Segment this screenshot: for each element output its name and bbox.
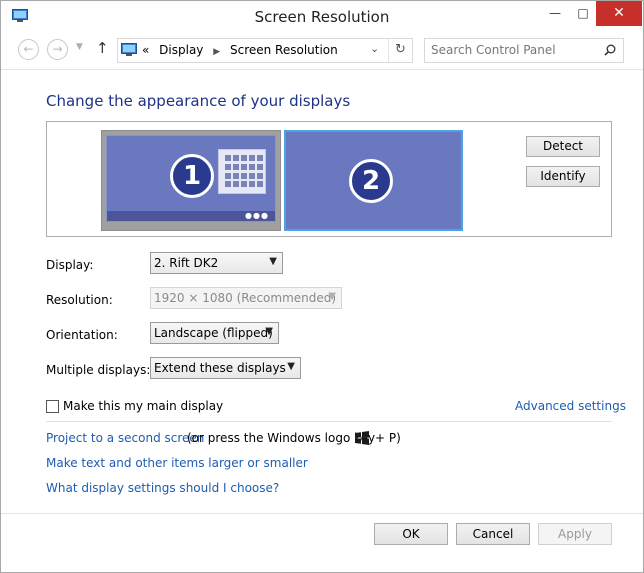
project-shortcut-note: (or press the Windows logo key bbox=[187, 431, 376, 445]
detect-button[interactable]: Detect bbox=[526, 136, 600, 157]
title-bar: Screen Resolution — □ ✕ bbox=[1, 1, 643, 32]
search-placeholder: Search Control Panel bbox=[431, 43, 556, 57]
breadcrumb-overflow[interactable]: « bbox=[142, 43, 149, 57]
taskbar: ●●● bbox=[107, 211, 275, 221]
arrow-left-icon: ← bbox=[23, 42, 34, 56]
search-icon[interactable] bbox=[604, 44, 616, 56]
orientation-select-value: Landscape (flipped) bbox=[154, 326, 273, 340]
identify-button[interactable]: Identify bbox=[526, 166, 600, 187]
footer-divider bbox=[1, 513, 643, 514]
display-help-link[interactable]: What display settings should I choose? bbox=[46, 481, 279, 495]
text-size-link[interactable]: Make text and other items larger or smal… bbox=[46, 456, 308, 470]
refresh-icon: ↻ bbox=[395, 42, 406, 57]
search-input[interactable]: Search Control Panel bbox=[424, 38, 624, 63]
up-button[interactable]: ↑ bbox=[96, 39, 109, 57]
resolution-select: 1920 × 1080 (Recommended) ▼ bbox=[150, 287, 342, 309]
multiple-displays-label: Multiple displays: bbox=[46, 363, 151, 377]
back-button[interactable]: ← bbox=[18, 39, 39, 60]
resolution-select-value: 1920 × 1080 (Recommended) bbox=[154, 291, 337, 305]
resolution-label: Resolution: bbox=[46, 293, 113, 307]
display-select[interactable]: 2. Rift DK2 ▼ bbox=[150, 252, 283, 274]
monitor-1-screen: 1 ●●● bbox=[106, 135, 276, 222]
apply-button: Apply bbox=[538, 523, 612, 545]
breadcrumb-separator-icon[interactable]: ▶ bbox=[213, 47, 220, 57]
navigation-bar: ← → ▼ ↑ « Display ▶ Screen Resolution ⌄ bbox=[1, 32, 643, 70]
arrow-up-icon: ↑ bbox=[96, 39, 109, 57]
arrow-right-icon: → bbox=[52, 42, 63, 56]
forward-button[interactable]: → bbox=[47, 39, 68, 60]
chevron-down-icon: ▼ bbox=[76, 42, 83, 52]
minimize-button[interactable]: — bbox=[541, 1, 569, 26]
orientation-label: Orientation: bbox=[46, 328, 118, 342]
windows-logo-icon bbox=[355, 431, 369, 445]
chevron-down-icon: ▼ bbox=[265, 326, 273, 337]
breadcrumb-display[interactable]: Display bbox=[159, 43, 203, 57]
main-display-checkbox[interactable] bbox=[46, 400, 59, 413]
control-panel-icon bbox=[121, 43, 137, 56]
breadcrumb-screen-resolution[interactable]: Screen Resolution bbox=[230, 43, 338, 57]
screen-resolution-window: Screen Resolution — □ ✕ ← → ▼ ↑ « Displa… bbox=[0, 0, 644, 573]
start-screen-icon bbox=[218, 149, 266, 194]
chevron-down-icon: ⌄ bbox=[370, 42, 380, 55]
orientation-select[interactable]: Landscape (flipped) ▼ bbox=[150, 322, 279, 344]
refresh-button[interactable]: ↻ bbox=[388, 39, 412, 62]
breadcrumb: « Display ▶ Screen Resolution bbox=[142, 43, 344, 57]
close-button[interactable]: ✕ bbox=[596, 1, 642, 26]
project-second-screen-link[interactable]: Project to a second screen bbox=[46, 431, 204, 445]
maximize-button[interactable]: □ bbox=[569, 1, 597, 26]
ok-button[interactable]: OK bbox=[374, 523, 448, 545]
main-display-label[interactable]: Make this my main display bbox=[63, 399, 223, 413]
monitor-1[interactable]: 1 ●●● bbox=[101, 130, 281, 231]
cancel-button[interactable]: Cancel bbox=[456, 523, 530, 545]
display-select-value: 2. Rift DK2 bbox=[154, 256, 219, 270]
address-bar[interactable]: « Display ▶ Screen Resolution ⌄ ↻ bbox=[117, 38, 413, 63]
display-label: Display: bbox=[46, 258, 94, 272]
monitor-arrangement: 1 ●●● 2 Detect Identify bbox=[46, 121, 612, 237]
advanced-settings-link[interactable]: Advanced settings bbox=[515, 399, 626, 413]
monitor-2[interactable]: 2 bbox=[284, 130, 463, 231]
divider bbox=[46, 421, 612, 422]
address-history-dropdown[interactable]: ⌄ bbox=[370, 42, 379, 55]
monitor-1-number: 1 bbox=[170, 154, 214, 198]
recent-locations-button[interactable]: ▼ bbox=[76, 42, 83, 52]
chevron-down-icon: ▼ bbox=[328, 291, 336, 302]
project-shortcut-suffix: + P) bbox=[375, 431, 401, 445]
page-title: Change the appearance of your displays bbox=[46, 92, 351, 110]
ellipsis-icon: ●●● bbox=[245, 211, 269, 220]
multiple-displays-select-value: Extend these displays bbox=[154, 361, 286, 375]
monitor-2-number: 2 bbox=[349, 159, 393, 203]
chevron-down-icon: ▼ bbox=[269, 256, 277, 267]
chevron-down-icon: ▼ bbox=[287, 361, 295, 372]
multiple-displays-select[interactable]: Extend these displays ▼ bbox=[150, 357, 301, 379]
